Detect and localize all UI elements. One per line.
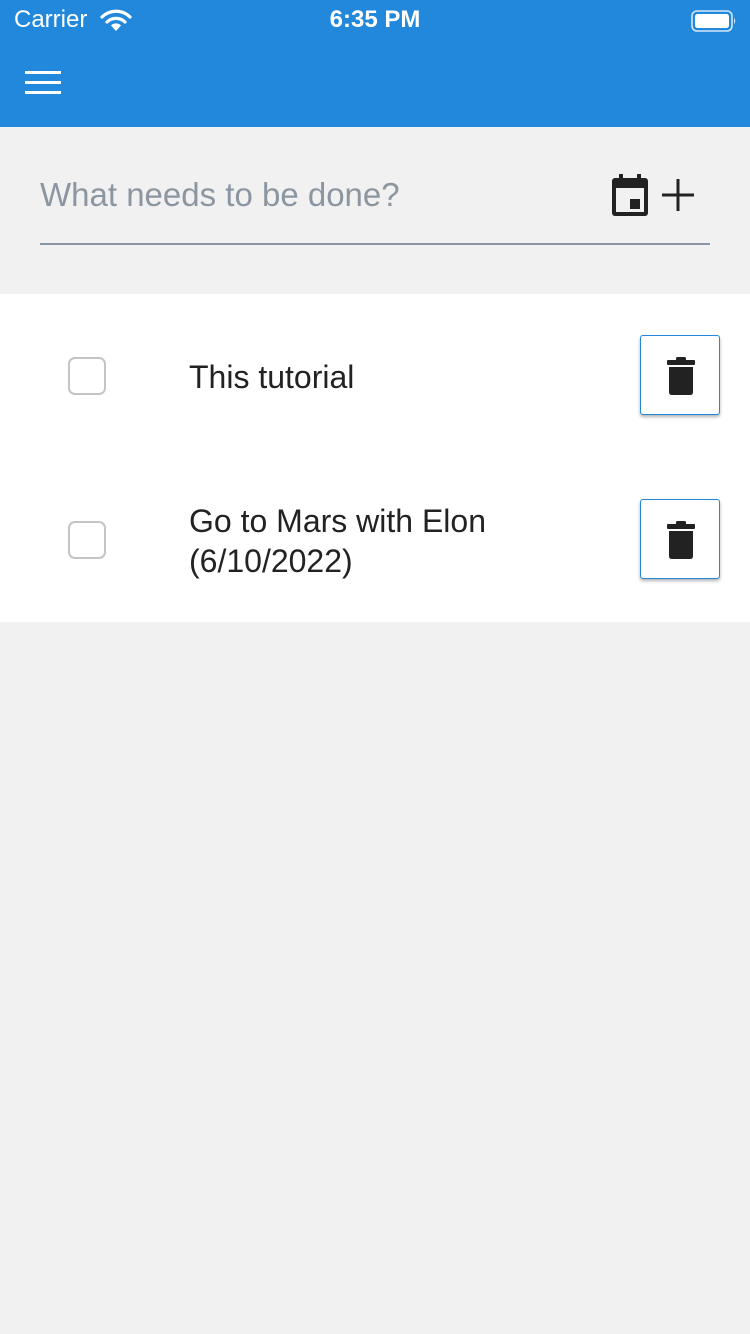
todo-label: Go to Mars with Elon (6/10/2022) [189, 503, 486, 579]
trash-icon [667, 521, 695, 559]
todo-label: This tutorial [189, 359, 355, 395]
todo-checkbox[interactable] [68, 357, 106, 395]
todo-item: This tutorial [0, 294, 750, 458]
todo-item: Go to Mars with Elon (6/10/2022) [0, 458, 750, 622]
trash-icon [667, 357, 695, 395]
todo-list: This tutorial Go to Mars with Elon (6/10… [0, 294, 750, 622]
status-bar: Carrier 6:35 PM [0, 0, 750, 40]
hamburger-menu-icon[interactable] [24, 68, 62, 98]
delete-button[interactable] [640, 335, 720, 415]
plus-icon[interactable] [660, 177, 696, 213]
input-underline [40, 243, 710, 245]
battery-icon [691, 10, 736, 32]
delete-button[interactable] [640, 499, 720, 579]
status-time: 6:35 PM [329, 6, 421, 33]
add-todo-bar [0, 127, 750, 294]
calendar-icon[interactable] [610, 173, 650, 217]
todo-checkbox[interactable] [68, 521, 106, 559]
new-todo-input[interactable] [40, 167, 600, 223]
app-header: Carrier 6:35 PM [0, 0, 750, 127]
